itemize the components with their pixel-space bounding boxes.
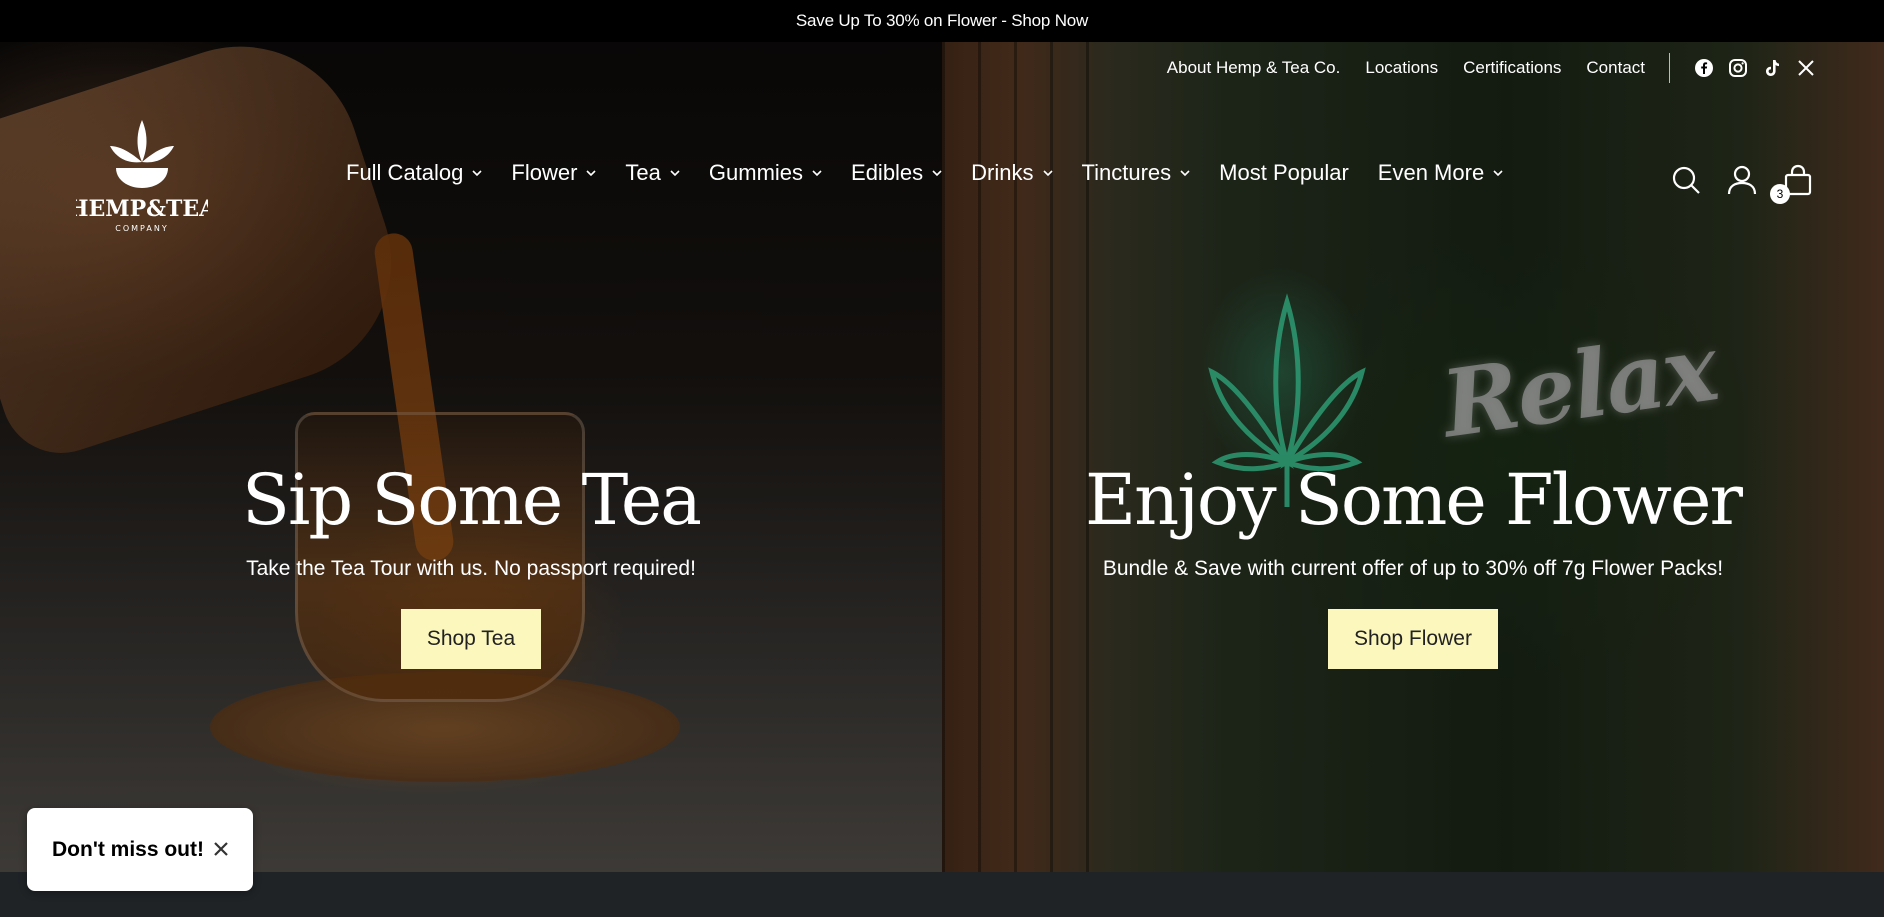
nav-item-full-catalog[interactable]: Full Catalog [346,160,482,186]
nav-item-even-more[interactable]: Even More [1378,160,1503,186]
header-tools: 3 [1670,164,1814,204]
hero-title-tea: Sip Some Tea [242,459,702,541]
cart-count-badge: 3 [1770,184,1790,204]
logo-wordmark: HEMP&TEA [76,196,208,222]
utility-link-about[interactable]: About Hemp & Tea Co. [1167,58,1341,78]
nav-item-most-popular[interactable]: Most Popular [1219,160,1349,186]
nav-item-tinctures[interactable]: Tinctures [1082,160,1191,186]
site-logo[interactable]: HEMP&TEA COMPANY [68,118,217,236]
hero-copy-tea: Sip Some Tea Take the Tea Tour with us. … [0,462,942,669]
announcement-bar[interactable]: Save Up To 30% on Flower - Shop Now [0,0,1884,42]
shop-tea-button[interactable]: Shop Tea [400,609,542,669]
nav-item-edibles[interactable]: Edibles [851,160,942,186]
cart-icon[interactable]: 3 [1770,164,1814,204]
chevron-down-icon [670,170,680,177]
chevron-down-icon [1180,170,1190,177]
close-icon[interactable] [211,839,231,859]
utility-link-locations[interactable]: Locations [1365,58,1438,78]
newsletter-popup[interactable]: Don't miss out! [27,808,253,891]
nav-item-flower[interactable]: Flower [511,160,596,186]
search-icon[interactable] [1670,164,1702,196]
main-nav: Full Catalog Flower Tea Gummies Edibles … [346,160,1532,186]
logo-subtext: COMPANY [115,224,168,233]
chevron-down-icon [932,170,942,177]
tiktok-icon[interactable] [1762,58,1782,78]
chevron-down-icon [1042,170,1053,177]
utility-link-certifications[interactable]: Certifications [1463,58,1561,78]
announcement-text[interactable]: Save Up To 30% on Flower - Shop Now [796,11,1088,31]
account-icon[interactable] [1726,164,1758,196]
chevron-down-icon [586,170,596,177]
utility-nav: About Hemp & Tea Co. Locations Certifica… [1142,52,1816,84]
hero-title-flower: Enjoy Some Flower [1085,459,1743,541]
x-icon[interactable] [1796,58,1816,78]
social-links [1694,58,1816,78]
divider [1669,53,1670,83]
popup-text: Don't miss out! [52,837,204,861]
hero-subtitle-flower: Bundle & Save with current offer of up t… [1102,557,1724,580]
instagram-icon[interactable] [1728,58,1748,78]
nav-item-tea[interactable]: Tea [625,160,680,186]
chevron-down-icon [1493,170,1503,177]
hero-subtitle-tea: Take the Tea Tour with us. No passport r… [246,557,696,580]
nav-item-drinks[interactable]: Drinks [971,160,1053,186]
section-strip [0,872,1884,917]
chevron-down-icon [812,170,822,177]
nav-item-gummies[interactable]: Gummies [709,160,822,186]
shop-flower-button[interactable]: Shop Flower [1328,609,1498,669]
facebook-icon[interactable] [1694,58,1714,78]
chevron-down-icon [472,170,482,177]
hero-copy-flower: Enjoy Some Flower Bundle & Save with cur… [942,462,1884,669]
utility-link-contact[interactable]: Contact [1586,58,1645,78]
